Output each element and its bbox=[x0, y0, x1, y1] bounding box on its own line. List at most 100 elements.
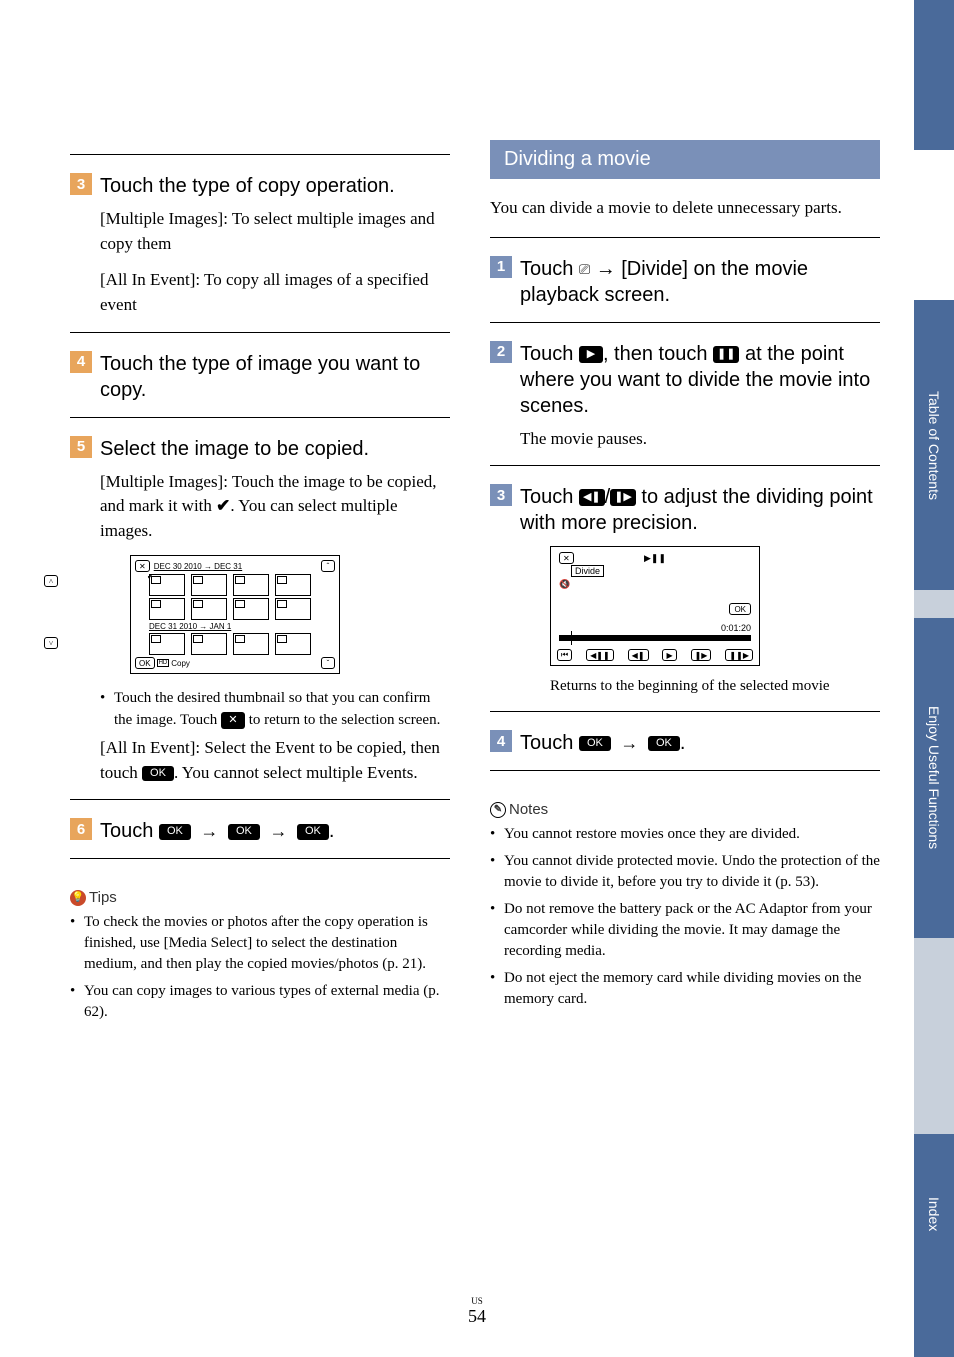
skip-start-icon: ⏮ bbox=[557, 649, 572, 661]
r-step-3-title: Touch ◀❚/❚▶ to adjust the dividing point… bbox=[520, 484, 880, 536]
notes-header-label: Notes bbox=[509, 801, 548, 818]
date-range-2: DEC 31 2010 → JAN 1 bbox=[149, 622, 335, 631]
step-number-3: 3 bbox=[70, 173, 92, 195]
r4-pre: Touch bbox=[520, 732, 579, 754]
step-4-title: Touch the type of image you want to copy… bbox=[100, 351, 450, 403]
r2-pre: Touch bbox=[520, 343, 579, 365]
speaker-icon: 🔇 bbox=[559, 579, 570, 590]
step-number-2: 2 bbox=[490, 341, 512, 363]
pause-icon: ❚❚ bbox=[713, 346, 739, 363]
ok-icon: OK bbox=[729, 603, 751, 615]
r-step-3: 3 Touch ◀❚/❚▶ to adjust the dividing poi… bbox=[490, 484, 880, 536]
page-footer: US 54 bbox=[0, 1296, 954, 1327]
notes-list: You cannot restore movies once they are … bbox=[490, 824, 880, 1010]
step-3-title: Touch the type of copy operation. bbox=[100, 173, 450, 199]
step-6-title: Touch OK → OK → OK. bbox=[100, 818, 450, 844]
r-step-2-title: Touch ▶, then touch ❚❚ at the point wher… bbox=[520, 341, 880, 419]
r1-pre: Touch bbox=[520, 258, 579, 280]
step-6-pre: Touch bbox=[100, 820, 159, 842]
divide-screenshot: ✕ Divide 🔇 ▶❚❚ OK 0:01:20 ⏮ ◀❚❚ ◀❚ ▶ ❚▶ … bbox=[550, 546, 760, 666]
ok-button-icon: OK bbox=[648, 736, 680, 751]
step-5-body: [Multiple Images]: Touch the image to be… bbox=[100, 470, 450, 544]
tips-list: To check the movies or photos after the … bbox=[70, 912, 450, 1023]
frame-forward-icon: ❚▶ bbox=[691, 649, 712, 661]
frame-back-icon: ◀❚ bbox=[628, 649, 649, 661]
ok-button-icon: OK bbox=[579, 736, 611, 751]
step-number-1: 1 bbox=[490, 256, 512, 278]
step-number-4: 4 bbox=[490, 730, 512, 752]
step-4: 4 Touch the type of image you want to co… bbox=[70, 351, 450, 403]
frame-back-icon: ◀❚ bbox=[579, 489, 605, 506]
timecode: 0:01:20 bbox=[721, 623, 751, 633]
r-step-4-title: Touch OK → OK. bbox=[520, 730, 880, 756]
close-button-icon: ✕ bbox=[221, 712, 245, 729]
note-item: Do not eject the memory card while divid… bbox=[490, 968, 880, 1010]
step-5: 5 Select the image to be copied. bbox=[70, 436, 450, 462]
step-number-4: 4 bbox=[70, 351, 92, 373]
r4-post: . bbox=[680, 732, 686, 754]
notes-icon: ✎ bbox=[490, 802, 506, 818]
ok-button-icon: OK bbox=[228, 824, 260, 839]
page-down-icon: ˇ bbox=[321, 657, 335, 669]
left-column: 3 Touch the type of copy operation. [Mul… bbox=[70, 140, 450, 1029]
notes-header: ✎ Notes bbox=[490, 801, 880, 818]
r-step-1: 1 Touch ⎚ → [Divide] on the movie playba… bbox=[490, 256, 880, 308]
arrow-icon: → bbox=[269, 821, 287, 841]
arrow-icon: → bbox=[200, 821, 218, 841]
play-icon: ▶ bbox=[662, 649, 676, 661]
ok-button-icon: OK bbox=[142, 766, 174, 781]
footer-page-number: 54 bbox=[0, 1306, 954, 1327]
right-column: Dividing a movie You can divide a movie … bbox=[490, 140, 880, 1029]
footer-region: US bbox=[0, 1296, 954, 1306]
r3-pre: Touch bbox=[520, 486, 579, 508]
play-pause-icon: ▶❚❚ bbox=[644, 553, 666, 564]
close-icon: ✕ bbox=[559, 552, 574, 564]
frame-forward-icon: ❚❚▶ bbox=[725, 649, 753, 661]
step-6: 6 Touch OK → OK → OK. bbox=[70, 818, 450, 844]
frame-back-icon: ◀❚❚ bbox=[586, 649, 614, 661]
r-step-4: 4 Touch OK → OK. bbox=[490, 730, 880, 756]
scroll-down-icon: ˅ bbox=[44, 637, 58, 649]
divide-caption: Returns to the beginning of the selected… bbox=[550, 676, 880, 697]
step-number-6: 6 bbox=[70, 818, 92, 840]
step-5-bullet-tail: to return to the selection screen. bbox=[245, 712, 440, 728]
arrow-icon: → bbox=[620, 733, 638, 753]
note-item: You cannot restore movies once they are … bbox=[490, 824, 880, 845]
r-step-2-body: The movie pauses. bbox=[520, 427, 880, 452]
step-number-3: 3 bbox=[490, 484, 512, 506]
note-item: Do not remove the battery pack or the AC… bbox=[490, 899, 880, 962]
edit-options-icon: ⎚ bbox=[579, 260, 590, 278]
tips-header-label: Tips bbox=[89, 889, 117, 906]
r-step-1-title: Touch ⎚ → [Divide] on the movie playback… bbox=[520, 256, 880, 308]
check-icon: ✔ bbox=[216, 496, 230, 515]
section-banner: Dividing a movie bbox=[490, 140, 880, 179]
ok-button-icon: OK bbox=[159, 824, 191, 839]
ok-button-icon: OK bbox=[135, 657, 155, 669]
ok-button-icon: OK bbox=[297, 824, 329, 839]
hd-icon: HD bbox=[157, 659, 170, 667]
divide-label: Divide bbox=[571, 565, 604, 577]
tip-item: To check the movies or photos after the … bbox=[70, 912, 450, 975]
note-item: You cannot divide protected movie. Undo … bbox=[490, 851, 880, 893]
copy-selection-screenshot: ✕ DEC 30 2010 → DEC 31 ˆ ✔ DEC 31 2010 →… bbox=[130, 555, 340, 674]
date-range-1: DEC 30 2010 → DEC 31 bbox=[154, 562, 321, 571]
step-5-bullet: Touch the desired thumbnail so that you … bbox=[100, 688, 450, 732]
r-step-2: 2 Touch ▶, then touch ❚❚ at the point wh… bbox=[490, 341, 880, 419]
step-3: 3 Touch the type of copy operation. bbox=[70, 173, 450, 199]
tab-index[interactable]: Index bbox=[914, 1134, 954, 1294]
step-5-title: Select the image to be copied. bbox=[100, 436, 450, 462]
page-up-icon: ˆ bbox=[321, 560, 335, 572]
step-5-body2-b: . You cannot select multiple Events. bbox=[174, 763, 418, 782]
copy-label: Copy bbox=[171, 659, 190, 668]
scroll-up-icon: ˄ bbox=[44, 575, 58, 587]
play-icon: ▶ bbox=[579, 346, 603, 363]
r2-mid: , then touch bbox=[603, 343, 713, 365]
step-number-5: 5 bbox=[70, 436, 92, 458]
close-icon: ✕ bbox=[135, 560, 150, 572]
tip-item: You can copy images to various types of … bbox=[70, 981, 450, 1023]
step-3-body-b: [All In Event]: To copy all images of a … bbox=[100, 268, 450, 317]
tips-header: 💡 Tips bbox=[70, 889, 450, 906]
tips-icon: 💡 bbox=[70, 890, 86, 906]
frame-forward-icon: ❚▶ bbox=[610, 489, 636, 506]
step-5-body2: [All In Event]: Select the Event to be c… bbox=[100, 736, 450, 785]
